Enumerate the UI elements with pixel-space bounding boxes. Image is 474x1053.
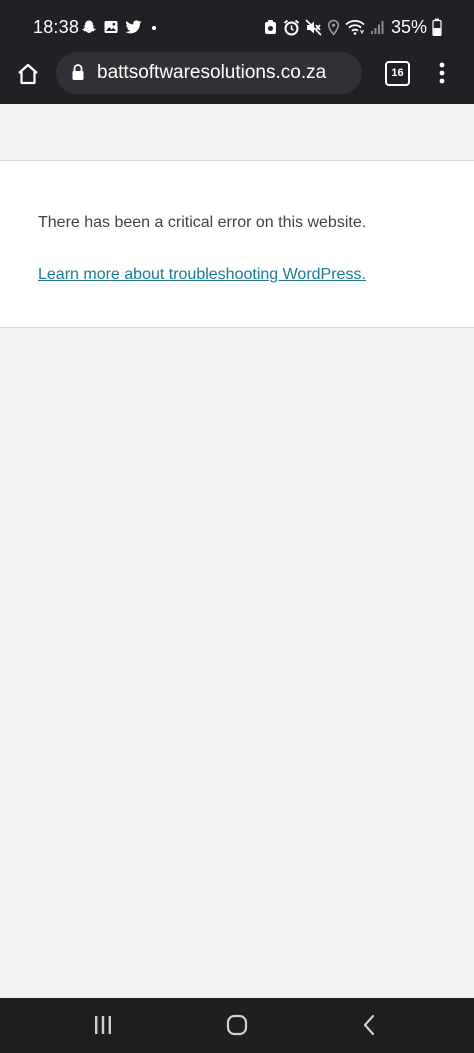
error-card: There has been a critical error on this … [0,160,474,328]
nav-home-button[interactable] [224,1012,250,1038]
alarm-icon [283,19,300,36]
battery-icon [432,18,442,36]
address-bar[interactable]: battsoftwaresolutions.co.za [56,52,362,94]
wifi-icon [345,19,365,35]
more-vert-icon [439,62,445,84]
system-icons: 35% [263,15,442,39]
status-bar: 18:38 35% [0,0,474,52]
page-top-area [0,104,474,160]
battery-percent: 35% [390,17,427,37]
back-icon [363,1014,375,1036]
nav-home-icon [226,1014,248,1036]
mute-icon [305,18,322,36]
location-icon [327,19,340,36]
lock-icon[interactable] [71,63,85,86]
gallery-icon [103,19,119,35]
system-nav-bar [0,998,474,1053]
signal-icon [370,19,384,35]
error-message: There has been a critical error on this … [38,214,367,231]
back-button[interactable] [358,1012,380,1038]
recent-apps-button[interactable] [90,1012,116,1038]
home-icon [18,63,38,85]
tab-switcher-button[interactable]: 16 [385,61,410,86]
troubleshooting-link[interactable]: Learn more about troubleshooting WordPre… [38,264,366,286]
menu-button[interactable] [430,58,454,88]
dot-icon [148,19,160,35]
twitter-icon [125,19,142,35]
alarm-clock-icon [263,19,278,35]
notification-icons [81,16,160,38]
home-button[interactable] [12,57,44,91]
status-time: 18:38 [33,17,80,37]
recents-icon [95,1016,111,1034]
browser-toolbar: battsoftwaresolutions.co.za 16 [0,52,474,104]
snapchat-icon [81,19,97,35]
url-text[interactable]: battsoftwaresolutions.co.za [97,61,326,85]
